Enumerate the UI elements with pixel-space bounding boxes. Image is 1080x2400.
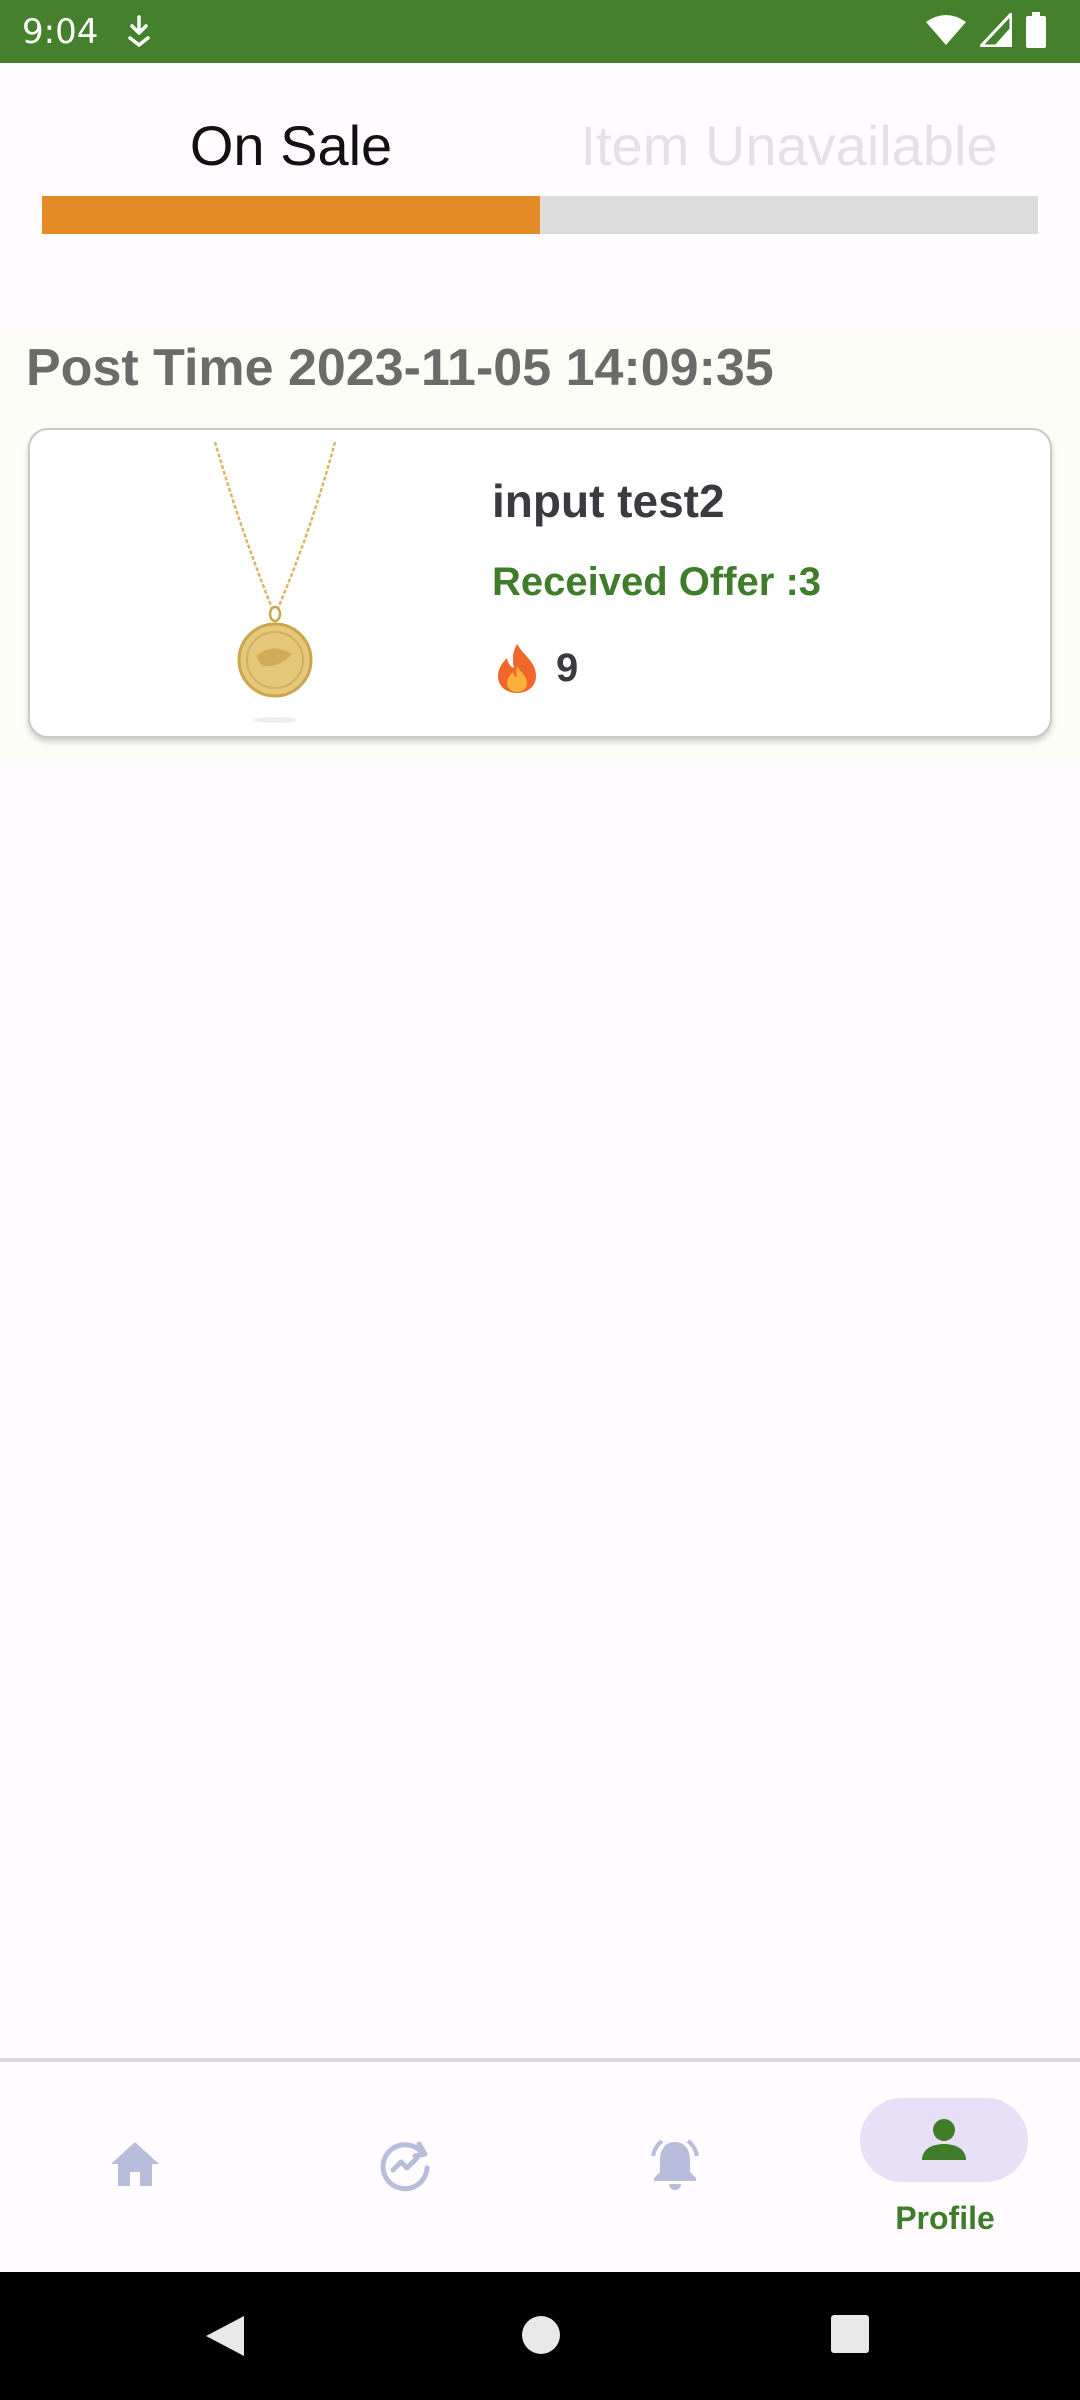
status-bar: 9:04: [0, 0, 1080, 63]
post-time: Post Time 2023-11-05 14:09:35: [26, 339, 774, 397]
system-navigation-bar: [0, 2272, 1080, 2400]
bell-icon: [651, 2139, 699, 2190]
download-status-icon: [124, 14, 154, 53]
nav-profile-label[interactable]: Profile: [810, 2200, 1080, 2237]
bottom-navigation: Profile: [0, 2058, 1080, 2272]
home-icon: [111, 2142, 159, 2186]
listing-card[interactable]: input test2 Received Offer :3 9: [28, 428, 1052, 738]
status-icons: [926, 12, 1046, 48]
product-image: [213, 441, 337, 723]
trend-sync-icon: [380, 2141, 430, 2192]
tab-item-unavailable[interactable]: Item Unavailable: [540, 113, 1038, 178]
tab-on-sale[interactable]: On Sale: [42, 113, 540, 178]
fire-icon: [498, 644, 536, 693]
wifi-icon: [926, 15, 966, 45]
nav-activity[interactable]: [270, 2062, 540, 2272]
back-icon[interactable]: [204, 2314, 246, 2358]
tab-indicator-track: [42, 196, 1038, 234]
status-time: 9:04: [22, 12, 99, 52]
person-icon[interactable]: [918, 2114, 970, 2166]
home-button-icon[interactable]: [520, 2314, 562, 2356]
nav-notifications[interactable]: [540, 2062, 810, 2272]
listing-tabs: On Sale Item Unavailable: [0, 63, 1080, 243]
battery-icon: [1026, 12, 1046, 48]
signal-icon: [980, 13, 1012, 47]
item-title: input test2: [492, 475, 725, 527]
listing-group: Post Time 2023-11-05 14:09:35 input test…: [0, 330, 1080, 765]
received-offer-text: Received Offer :3: [492, 560, 822, 604]
tab-indicator: [42, 196, 540, 234]
heat-count: 9: [556, 646, 579, 690]
recents-icon[interactable]: [830, 2314, 870, 2354]
nav-home[interactable]: [0, 2062, 270, 2272]
